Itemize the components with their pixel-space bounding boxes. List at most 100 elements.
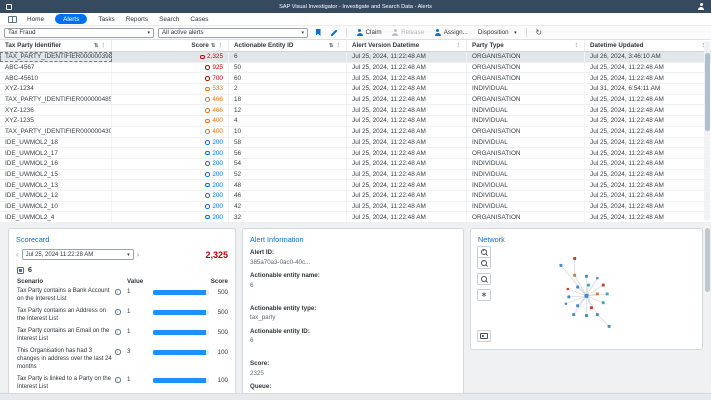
panel-scrollbar[interactable] <box>704 226 710 386</box>
network-node[interactable] <box>567 288 569 290</box>
column-menu-icon[interactable]: ⋮ <box>336 43 342 49</box>
network-node[interactable] <box>567 295 570 298</box>
network-node[interactable] <box>585 314 588 317</box>
network-node[interactable] <box>606 292 609 295</box>
disposition-button[interactable]: Disposition ▾ <box>475 27 520 38</box>
tab-alerts[interactable]: Alerts <box>55 14 87 24</box>
score-level-icon <box>205 215 210 220</box>
column-header-party-type[interactable]: Party Type⋮ <box>467 40 585 51</box>
edit-filter-button[interactable] <box>328 27 340 38</box>
column-menu-icon[interactable]: ⋮ <box>218 43 224 49</box>
network-node[interactable] <box>596 292 599 295</box>
score-version-value: Jul 25, 2024 11:22:28 AM <box>26 252 94 258</box>
network-node[interactable] <box>596 313 599 316</box>
column-menu-icon[interactable]: ⋮ <box>101 43 107 49</box>
zoom-out-button[interactable]: − <box>477 257 491 269</box>
network-node[interactable] <box>565 303 567 305</box>
table-row[interactable]: XYZ-123646612Jul 25, 2024, 11:22:48 AMIN… <box>0 105 711 116</box>
release-button[interactable]: Release <box>389 27 428 38</box>
table-row[interactable]: IDE_UWMOL2_1020042Jul 25, 2024, 11:22:48… <box>0 202 711 213</box>
cell-actionable-entity-id: 50 <box>229 63 347 73</box>
table-row[interactable]: ABC-456792550Jul 25, 2024, 11:22:48 AMOR… <box>0 63 711 74</box>
view-switcher-icon[interactable] <box>8 16 17 23</box>
scenario-select[interactable]: Tax Fraud ▾ <box>4 28 154 38</box>
sort-icon[interactable]: ⇅ <box>211 43 216 49</box>
table-scrollbar[interactable] <box>704 41 710 221</box>
column-header-alert-version-datetime[interactable]: Alert Version Datetime⋮ <box>347 40 467 51</box>
chevron-right-icon[interactable]: › <box>137 251 140 259</box>
score-bar <box>153 330 209 335</box>
scrollbar-thumb[interactable] <box>705 53 710 131</box>
network-node[interactable] <box>559 264 562 267</box>
claim-button[interactable]: Claim <box>353 27 385 38</box>
column-header-score[interactable]: Score⇅⋮ <box>112 40 229 51</box>
network-node[interactable] <box>587 284 590 287</box>
save-filter-button[interactable] <box>312 27 324 38</box>
table-row[interactable]: IDE_UWMOL2_1720056Jul 25, 2024, 11:22:48… <box>0 148 711 159</box>
assign-button[interactable]: Assign... <box>431 27 471 38</box>
fit-button[interactable] <box>477 273 491 285</box>
network-node[interactable] <box>585 275 588 278</box>
network-node[interactable] <box>573 257 576 260</box>
nav-bar: Home Alerts Tasks Reports Search Cases <box>0 13 711 26</box>
refresh-button[interactable]: ↻ <box>533 27 545 38</box>
network-node[interactable] <box>590 306 593 309</box>
score-bar-cell: 500 <box>145 289 228 296</box>
column-header-datetime-updated[interactable]: Datetime Updated⋮ <box>585 40 711 51</box>
tab-reports[interactable]: Reports <box>126 16 148 23</box>
tab-search[interactable]: Search <box>159 16 179 23</box>
user-avatar-icon[interactable] <box>697 3 705 11</box>
cell-party-type: INDIVIDUAL <box>467 202 585 212</box>
network-node[interactable] <box>576 304 579 307</box>
network-graph[interactable] <box>471 229 702 349</box>
layout-button[interactable]: ∗ <box>477 289 491 301</box>
score-version-select[interactable]: Jul 25, 2024 11:22:28 AM ▾ <box>22 249 134 260</box>
column-header-actionable-entity-id[interactable]: Actionable Entity ID⇅⋮ <box>229 40 347 51</box>
table-row[interactable]: ABC-4561070060Jul 25, 2024, 11:22:48 AMO… <box>0 73 711 84</box>
table-row[interactable]: IDE_UWMOL2_1220046Jul 25, 2024, 11:22:48… <box>0 191 711 202</box>
table-row[interactable]: IDE_UWMOL2_1320048Jul 25, 2024, 11:22:48… <box>0 180 711 191</box>
network-node[interactable] <box>585 294 589 298</box>
network-node[interactable] <box>573 274 576 277</box>
table-row[interactable]: TAX_PARTY_IDENTIFIER000000430140010Jul 2… <box>0 127 711 138</box>
table-row[interactable]: IDE_UWMOL2_1520052Jul 25, 2024, 11:22:48… <box>0 170 711 181</box>
table-row[interactable]: IDE_UWMOL2_1620054Jul 25, 2024, 11:22:48… <box>0 159 711 170</box>
tab-home[interactable]: Home <box>27 16 44 23</box>
product-icon[interactable] <box>6 4 12 10</box>
bottom-scroll-strip[interactable] <box>0 393 711 400</box>
scenario-text: Tax Party contains an Address on the Int… <box>17 308 112 324</box>
info-icon[interactable]: i <box>115 377 121 383</box>
alert-filter-select[interactable]: All active alerts ▾ <box>158 28 308 38</box>
image-button[interactable] <box>477 330 491 342</box>
sort-icon[interactable]: ⇅ <box>329 43 334 49</box>
network-node[interactable] <box>602 301 605 304</box>
info-icon[interactable]: i <box>115 349 121 355</box>
network-node[interactable] <box>596 277 598 279</box>
network-node[interactable] <box>572 313 575 316</box>
tab-tasks[interactable]: Tasks <box>98 16 114 23</box>
column-header-tax-party-identifier[interactable]: Tax Party Identifier⇅⋮ <box>0 40 112 51</box>
column-menu-icon[interactable]: ⋮ <box>574 43 580 49</box>
chevron-left-icon[interactable]: ‹ <box>16 251 19 259</box>
scenario-score: 500 <box>212 289 228 296</box>
detail-panels: Scorecard ‹ Jul 25, 2024 11:22:28 AM ▾ ›… <box>0 223 711 400</box>
table-row[interactable]: IDE_UWMOL2_1820058Jul 25, 2024, 11:22:48… <box>0 138 711 149</box>
info-icon[interactable]: i <box>115 329 121 335</box>
info-icon[interactable]: i <box>115 289 121 295</box>
scenario-value: 1 <box>127 308 142 315</box>
info-icon[interactable]: i <box>115 309 121 315</box>
scrollbar-thumb[interactable] <box>705 228 710 292</box>
table-row[interactable]: XYZ-12345332Jul 25, 2024, 11:22:48 AMIND… <box>0 84 711 95</box>
table-row[interactable]: XYZ-12354004Jul 25, 2024, 11:22:48 AMIND… <box>0 116 711 127</box>
table-row[interactable]: TAX_PARTY_IDENTIFIER000000485046618Jul 2… <box>0 95 711 106</box>
sort-icon[interactable]: ⇅ <box>94 43 99 49</box>
score-bar <box>153 350 209 355</box>
table-row[interactable]: TAX_PARTY_IDENTIFIER00000039852,3256Jul … <box>0 52 711 63</box>
tab-cases[interactable]: Cases <box>190 16 208 23</box>
score-level-icon <box>205 140 210 145</box>
network-node[interactable] <box>608 325 611 328</box>
column-menu-icon[interactable]: ⋮ <box>456 43 462 49</box>
network-node[interactable] <box>602 284 605 287</box>
network-node[interactable] <box>576 286 579 289</box>
table-row[interactable]: IDE_UWMOL2_420032Jul 25, 2024, 11:22:48 … <box>0 212 711 223</box>
